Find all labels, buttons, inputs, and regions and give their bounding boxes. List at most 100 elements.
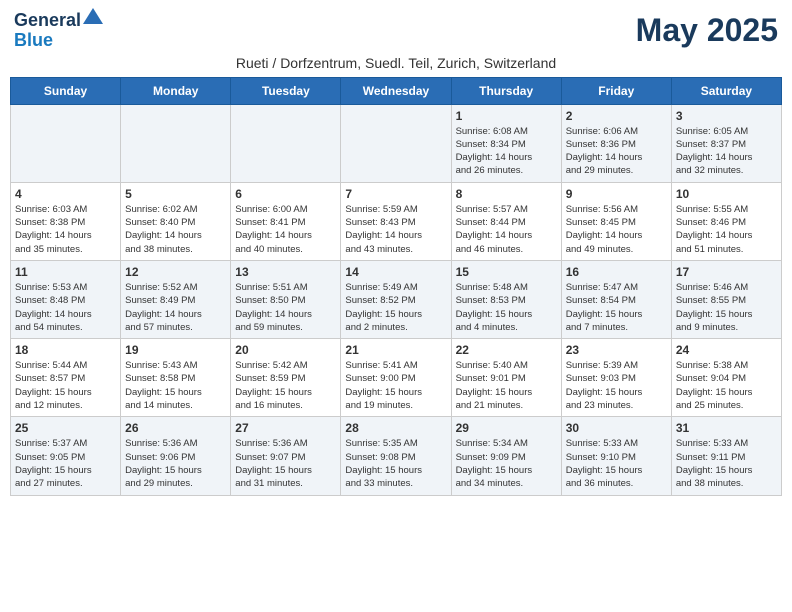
- col-sunday: Sunday: [11, 77, 121, 104]
- day-cell: 23 Sunrise: 5:39 AM Sunset: 9:03 PM Dayli…: [561, 339, 671, 417]
- day-info: Sunrise: 5:37 AM Sunset: 9:05 PM Dayligh…: [15, 437, 116, 490]
- day-cell: 5 Sunrise: 6:02 AM Sunset: 8:40 PM Daylig…: [121, 182, 231, 260]
- day-number: 23: [566, 343, 667, 357]
- day-number: 26: [125, 421, 226, 435]
- day-cell: 28 Sunrise: 5:35 AM Sunset: 9:08 PM Dayli…: [341, 417, 451, 495]
- logo-icon: [83, 8, 103, 24]
- day-number: 2: [566, 109, 667, 123]
- week-row-1: 1Sunrise: 6:08 AM Sunset: 8:34 PM Daylig…: [11, 104, 782, 182]
- day-info: Sunrise: 5:46 AM Sunset: 8:55 PM Dayligh…: [676, 281, 777, 334]
- calendar-header: Sunday Monday Tuesday Wednesday Thursday…: [11, 77, 782, 104]
- day-number: 31: [676, 421, 777, 435]
- day-info: Sunrise: 5:51 AM Sunset: 8:50 PM Dayligh…: [235, 281, 336, 334]
- day-info: Sunrise: 5:33 AM Sunset: 9:11 PM Dayligh…: [676, 437, 777, 490]
- day-number: 19: [125, 343, 226, 357]
- month-title: May 2025: [636, 12, 778, 49]
- day-cell: 20 Sunrise: 5:42 AM Sunset: 8:59 PM Dayli…: [231, 339, 341, 417]
- day-number: 10: [676, 187, 777, 201]
- week-row-2: 4Sunrise: 6:03 AM Sunset: 8:38 PM Daylig…: [11, 182, 782, 260]
- day-info: Sunrise: 5:36 AM Sunset: 9:06 PM Dayligh…: [125, 437, 226, 490]
- day-cell: 30Sunrise: 5:33 AM Sunset: 9:10 PM Dayli…: [561, 417, 671, 495]
- day-number: 18: [15, 343, 116, 357]
- day-number: 13: [235, 265, 336, 279]
- day-info: Sunrise: 6:00 AM Sunset: 8:41 PM Dayligh…: [235, 203, 336, 256]
- day-cell: [11, 104, 121, 182]
- day-info: Sunrise: 6:02 AM Sunset: 8:40 PM Dayligh…: [125, 203, 226, 256]
- day-info: Sunrise: 5:59 AM Sunset: 8:43 PM Dayligh…: [345, 203, 446, 256]
- logo-blue: Blue: [14, 30, 53, 50]
- logo-text: General Blue: [14, 10, 103, 51]
- day-info: Sunrise: 5:42 AM Sunset: 8:59 PM Dayligh…: [235, 359, 336, 412]
- day-info: Sunrise: 5:56 AM Sunset: 8:45 PM Dayligh…: [566, 203, 667, 256]
- day-info: Sunrise: 5:40 AM Sunset: 9:01 PM Dayligh…: [456, 359, 557, 412]
- day-number: 27: [235, 421, 336, 435]
- day-cell: 22 Sunrise: 5:40 AM Sunset: 9:01 PM Dayli…: [451, 339, 561, 417]
- day-number: 20: [235, 343, 336, 357]
- subtitle: Rueti / Dorfzentrum, Suedl. Teil, Zurich…: [10, 55, 782, 71]
- day-info: Sunrise: 5:57 AM Sunset: 8:44 PM Dayligh…: [456, 203, 557, 256]
- day-cell: 29 Sunrise: 5:34 AM Sunset: 9:09 PM Dayli…: [451, 417, 561, 495]
- day-info: Sunrise: 5:55 AM Sunset: 8:46 PM Dayligh…: [676, 203, 777, 256]
- day-cell: 27 Sunrise: 5:36 AM Sunset: 9:07 PM Dayli…: [231, 417, 341, 495]
- day-info: Sunrise: 5:39 AM Sunset: 9:03 PM Dayligh…: [566, 359, 667, 412]
- day-info: Sunrise: 5:47 AM Sunset: 8:54 PM Dayligh…: [566, 281, 667, 334]
- col-wednesday: Wednesday: [341, 77, 451, 104]
- day-cell: 15 Sunrise: 5:48 AM Sunset: 8:53 PM Dayli…: [451, 260, 561, 338]
- day-number: 15: [456, 265, 557, 279]
- day-info: Sunrise: 5:48 AM Sunset: 8:53 PM Dayligh…: [456, 281, 557, 334]
- day-cell: 13 Sunrise: 5:51 AM Sunset: 8:50 PM Dayli…: [231, 260, 341, 338]
- day-info: Sunrise: 5:52 AM Sunset: 8:49 PM Dayligh…: [125, 281, 226, 334]
- day-cell: 6Sunrise: 6:00 AM Sunset: 8:41 PM Daylig…: [231, 182, 341, 260]
- day-info: Sunrise: 5:38 AM Sunset: 9:04 PM Dayligh…: [676, 359, 777, 412]
- header-row: Sunday Monday Tuesday Wednesday Thursday…: [11, 77, 782, 104]
- day-cell: 9Sunrise: 5:56 AM Sunset: 8:45 PM Daylig…: [561, 182, 671, 260]
- day-cell: 8 Sunrise: 5:57 AM Sunset: 8:44 PM Daylig…: [451, 182, 561, 260]
- day-number: 22: [456, 343, 557, 357]
- day-number: 28: [345, 421, 446, 435]
- day-cell: 3 Sunrise: 6:05 AM Sunset: 8:37 PM Daylig…: [671, 104, 781, 182]
- day-number: 7: [345, 187, 446, 201]
- week-row-4: 18 Sunrise: 5:44 AM Sunset: 8:57 PM Dayli…: [11, 339, 782, 417]
- day-number: 3: [676, 109, 777, 123]
- day-cell: 2 Sunrise: 6:06 AM Sunset: 8:36 PM Daylig…: [561, 104, 671, 182]
- day-cell: 14 Sunrise: 5:49 AM Sunset: 8:52 PM Dayli…: [341, 260, 451, 338]
- day-number: 16: [566, 265, 667, 279]
- day-info: Sunrise: 6:03 AM Sunset: 8:38 PM Dayligh…: [15, 203, 116, 256]
- day-info: Sunrise: 6:05 AM Sunset: 8:37 PM Dayligh…: [676, 125, 777, 178]
- week-row-3: 11Sunrise: 5:53 AM Sunset: 8:48 PM Dayli…: [11, 260, 782, 338]
- day-info: Sunrise: 6:06 AM Sunset: 8:36 PM Dayligh…: [566, 125, 667, 178]
- day-info: Sunrise: 5:43 AM Sunset: 8:58 PM Dayligh…: [125, 359, 226, 412]
- day-number: 5: [125, 187, 226, 201]
- day-cell: [341, 104, 451, 182]
- col-monday: Monday: [121, 77, 231, 104]
- day-cell: 17 Sunrise: 5:46 AM Sunset: 8:55 PM Dayli…: [671, 260, 781, 338]
- day-number: 12: [125, 265, 226, 279]
- day-cell: 31 Sunrise: 5:33 AM Sunset: 9:11 PM Dayli…: [671, 417, 781, 495]
- day-cell: 19 Sunrise: 5:43 AM Sunset: 8:58 PM Dayli…: [121, 339, 231, 417]
- day-cell: 7 Sunrise: 5:59 AM Sunset: 8:43 PM Daylig…: [341, 182, 451, 260]
- week-row-5: 25 Sunrise: 5:37 AM Sunset: 9:05 PM Dayli…: [11, 417, 782, 495]
- day-cell: 26 Sunrise: 5:36 AM Sunset: 9:06 PM Dayli…: [121, 417, 231, 495]
- day-info: Sunrise: 5:53 AM Sunset: 8:48 PM Dayligh…: [15, 281, 116, 334]
- day-info: Sunrise: 6:08 AM Sunset: 8:34 PM Dayligh…: [456, 125, 557, 178]
- day-number: 29: [456, 421, 557, 435]
- day-info: Sunrise: 5:34 AM Sunset: 9:09 PM Dayligh…: [456, 437, 557, 490]
- day-cell: 1Sunrise: 6:08 AM Sunset: 8:34 PM Daylig…: [451, 104, 561, 182]
- day-number: 17: [676, 265, 777, 279]
- day-cell: [121, 104, 231, 182]
- col-friday: Friday: [561, 77, 671, 104]
- day-info: Sunrise: 5:49 AM Sunset: 8:52 PM Dayligh…: [345, 281, 446, 334]
- day-info: Sunrise: 5:35 AM Sunset: 9:08 PM Dayligh…: [345, 437, 446, 490]
- day-number: 24: [676, 343, 777, 357]
- day-cell: 11Sunrise: 5:53 AM Sunset: 8:48 PM Dayli…: [11, 260, 121, 338]
- day-number: 25: [15, 421, 116, 435]
- day-number: 14: [345, 265, 446, 279]
- day-cell: 10 Sunrise: 5:55 AM Sunset: 8:46 PM Dayli…: [671, 182, 781, 260]
- col-saturday: Saturday: [671, 77, 781, 104]
- day-cell: 18 Sunrise: 5:44 AM Sunset: 8:57 PM Dayli…: [11, 339, 121, 417]
- day-number: 8: [456, 187, 557, 201]
- day-info: Sunrise: 5:36 AM Sunset: 9:07 PM Dayligh…: [235, 437, 336, 490]
- day-info: Sunrise: 5:44 AM Sunset: 8:57 PM Dayligh…: [15, 359, 116, 412]
- day-cell: 24 Sunrise: 5:38 AM Sunset: 9:04 PM Dayli…: [671, 339, 781, 417]
- day-cell: 25 Sunrise: 5:37 AM Sunset: 9:05 PM Dayli…: [11, 417, 121, 495]
